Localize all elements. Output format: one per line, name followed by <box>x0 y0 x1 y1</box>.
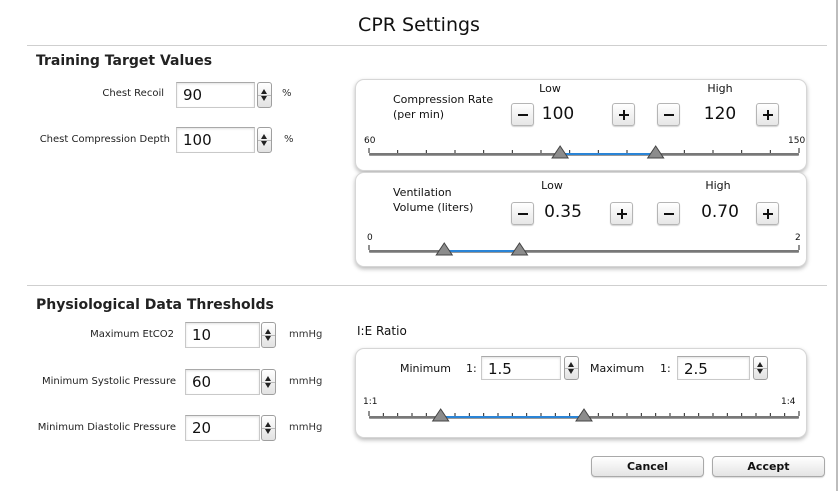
chest-recoil-unit: % <box>282 88 292 99</box>
accept-button[interactable]: Accept <box>712 456 825 477</box>
max-etco2-input[interactable]: 10 <box>185 322 260 348</box>
slider-high-thumb[interactable] <box>575 408 593 422</box>
max-etco2-stepper[interactable] <box>261 322 276 348</box>
chest-recoil-label: Chest Recoil <box>102 88 164 99</box>
min-systolic-stepper[interactable] <box>261 369 276 395</box>
slider-low-thumb[interactable] <box>431 408 450 422</box>
chest-recoil-input[interactable]: 90 <box>176 82 255 108</box>
slider-low-thumb[interactable] <box>551 145 570 159</box>
physiological-section-title: Physiological Data Thresholds <box>36 297 274 313</box>
slider-low-thumb[interactable] <box>435 242 454 256</box>
ie-ratio-panel: Minimum 1: 1.5 Maximum 1: 2.5 1:1 1:4 <box>355 348 807 438</box>
slider-high-thumb[interactable] <box>510 242 529 256</box>
chest-recoil-stepper[interactable] <box>257 82 272 108</box>
cancel-button[interactable]: Cancel <box>591 456 704 477</box>
ie-ratio-title: I:E Ratio <box>357 324 407 338</box>
compression-depth-stepper[interactable] <box>257 127 272 153</box>
min-diastolic-input[interactable]: 20 <box>185 415 260 441</box>
slider-high-thumb[interactable] <box>646 145 665 159</box>
min-diastolic-unit: mmHg <box>289 422 323 433</box>
title-divider <box>27 45 827 46</box>
ie-ratio-slider[interactable] <box>356 349 808 439</box>
min-systolic-input[interactable]: 60 <box>185 369 260 395</box>
compression-depth-label: Chest Compression Depth <box>39 134 170 145</box>
min-systolic-label: Minimum Systolic Pressure <box>42 376 176 387</box>
ventilation-volume-panel: Ventilation Volume (liters) Low High 0.3… <box>355 172 807 267</box>
compression-depth-input[interactable]: 100 <box>176 127 255 153</box>
min-diastolic-stepper[interactable] <box>261 415 276 441</box>
training-section-title: Training Target Values <box>36 53 213 69</box>
min-diastolic-label: Minimum Diastolic Pressure <box>37 422 176 433</box>
compression-rate-panel: Compression Rate (per min) Low High 100 … <box>355 79 807 171</box>
dialog-title: CPR Settings <box>358 14 480 36</box>
max-etco2-label: Maximum EtCO2 <box>90 329 174 340</box>
max-etco2-unit: mmHg <box>289 329 323 340</box>
section-divider <box>27 285 827 286</box>
ventilation-volume-slider[interactable] <box>356 173 808 268</box>
compression-depth-unit: % <box>284 134 294 145</box>
compression-rate-slider[interactable] <box>356 80 808 172</box>
min-systolic-unit: mmHg <box>289 376 323 387</box>
